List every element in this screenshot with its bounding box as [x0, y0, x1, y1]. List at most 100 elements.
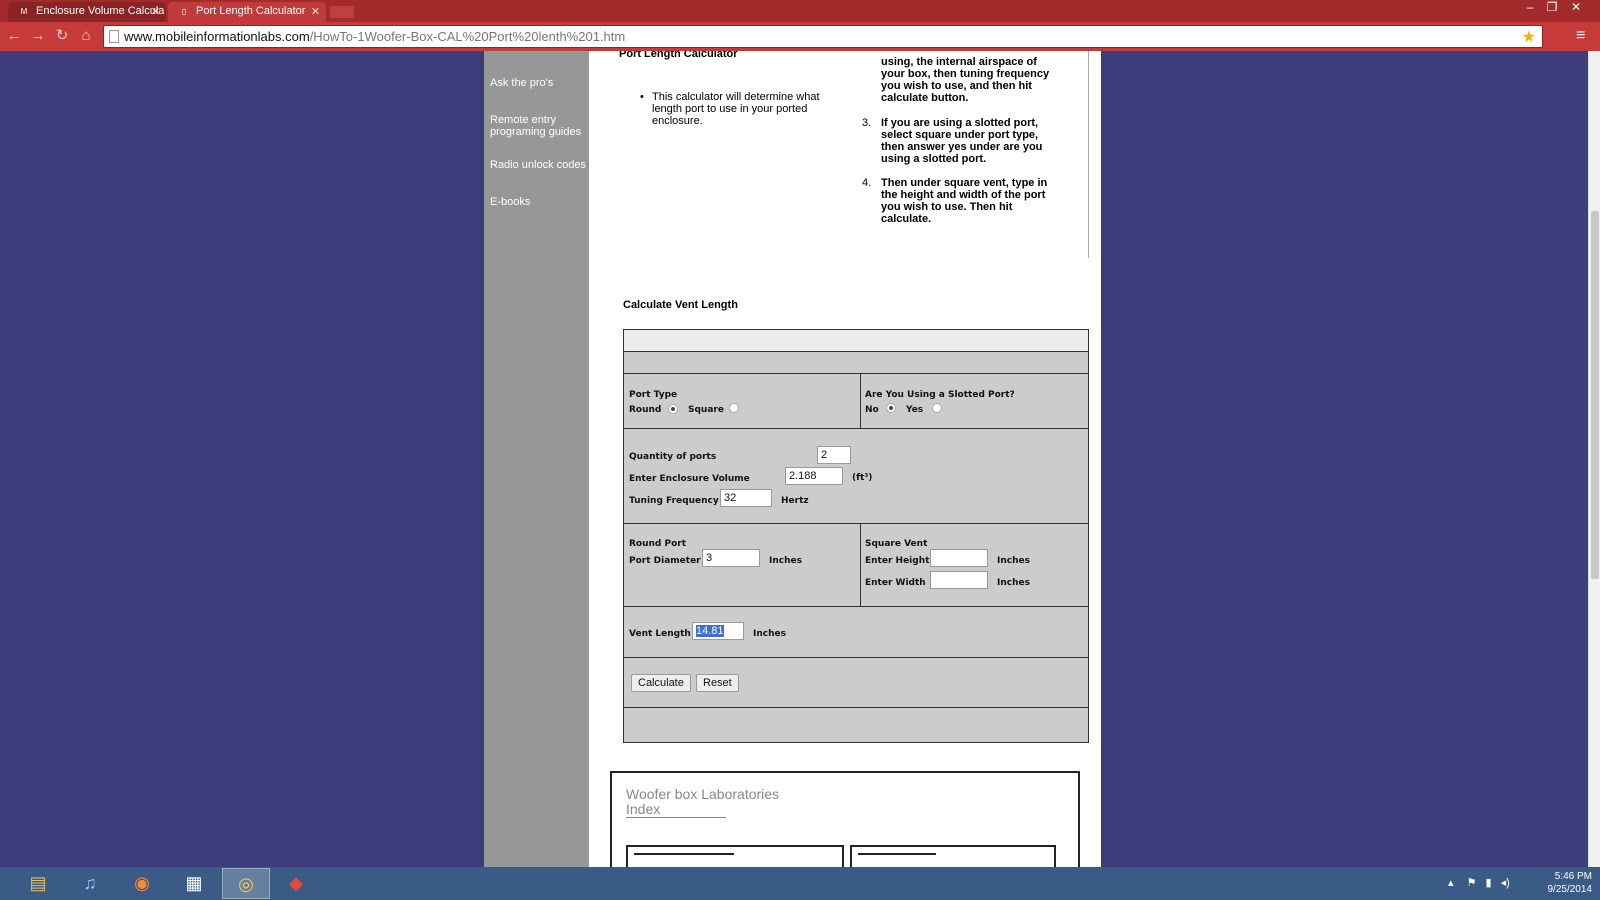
menu-icon[interactable]: ≡ — [1576, 27, 1585, 45]
footer-index-box: Woofer box Laboratories Index — [610, 771, 1080, 867]
volume-unit: (ft³) — [852, 473, 873, 483]
vent-length-output[interactable]: 14.81 — [692, 622, 744, 640]
tuning-frequency-input[interactable]: 32 — [720, 489, 772, 507]
step-number: 3. — [862, 117, 872, 129]
sidebar-item-radio-unlock[interactable]: Radio unlock codes — [490, 159, 590, 171]
vent-width-input[interactable] — [930, 571, 988, 589]
restore-icon[interactable]: ❐ — [1542, 0, 1562, 16]
file-explorer-icon[interactable]: ▤ — [14, 868, 62, 899]
flag-icon[interactable]: ⚑ — [1467, 877, 1477, 889]
vent-length-label: Vent Length — [629, 629, 691, 639]
minimize-icon[interactable]: – — [1520, 0, 1540, 16]
port-type-label: Port Type — [629, 390, 678, 400]
diameter-unit: Inches — [769, 556, 802, 566]
address-bar[interactable]: www.mobileinformationlabs.com/HowTo-1Woo… — [103, 25, 1543, 48]
tray-expand-icon[interactable]: ▴ — [1448, 877, 1454, 889]
vent-length-row: Vent Length 14.81 Inches — [624, 607, 1088, 658]
panel-bar — [634, 853, 734, 855]
itunes-icon[interactable]: ♫ — [66, 868, 114, 899]
square-radio[interactable] — [729, 403, 739, 413]
sidebar: Ask the pro's Remote entry programing gu… — [484, 51, 589, 867]
port-diameter-input[interactable]: 3 — [702, 549, 760, 567]
url-domain: www.mobileinformationlabs.com — [124, 29, 310, 44]
quantity-label: Quantity of ports — [629, 452, 717, 462]
volume-icon[interactable]: ◂) — [1501, 877, 1510, 889]
no-label: No — [865, 405, 879, 415]
calc-header-row — [624, 330, 1088, 352]
firefox-icon[interactable]: ◉ — [118, 868, 166, 899]
panel-bar — [858, 853, 936, 855]
forward-icon[interactable]: → — [28, 26, 48, 46]
new-tab-button[interactable] — [330, 6, 354, 18]
instruction-step-2: using, the internal airspace of your box… — [881, 56, 1050, 104]
close-window-icon[interactable]: ✕ — [1566, 0, 1586, 16]
vent-length-calculator: Port Type Round Square Are You Using a S… — [623, 329, 1089, 743]
calculate-button[interactable]: Calculate — [631, 674, 691, 692]
page-icon — [109, 30, 119, 43]
enclosure-inputs-row: Quantity of ports 2 Enter Enclosure Volu… — [624, 429, 1088, 524]
footer-index-link[interactable]: Index — [626, 802, 726, 818]
slotted-port-label: Are You Using a Slotted Port? — [865, 390, 1015, 400]
footer-panel-right — [850, 845, 1056, 867]
sidebar-item-ebooks[interactable]: E-books — [490, 196, 590, 208]
back-icon[interactable]: ← — [4, 26, 24, 46]
vertical-scrollbar[interactable] — [1588, 51, 1600, 867]
vent-length-unit: Inches — [753, 629, 786, 639]
volume-input[interactable]: 2.188 — [785, 467, 843, 485]
tab-close-icon[interactable]: ✕ — [151, 5, 160, 18]
home-icon[interactable]: ⌂ — [76, 26, 96, 46]
bookmark-star-icon[interactable]: ★ — [1522, 27, 1536, 47]
browser-toolbar: ← → ↻ ⌂ www.mobileinformationlabs.com/Ho… — [0, 22, 1600, 51]
system-tray: ▴ ⚑ ▮ ◂) — [1448, 876, 1510, 889]
clock-time: 5:46 PM — [1554, 871, 1592, 882]
quantity-input[interactable]: 2 — [817, 446, 851, 464]
sidebar-item-ask-the-pros[interactable]: Ask the pro's — [490, 77, 590, 89]
column-divider — [860, 374, 861, 428]
buttons-row: Calculate Reset — [624, 658, 1088, 708]
port-type-row: Port Type Round Square Are You Using a S… — [624, 374, 1088, 429]
vent-length-value: 14.81 — [696, 625, 724, 637]
port-diameter-label: Port Diameter — [629, 556, 701, 566]
instruction-step-3: 3. If you are using a slotted port, sele… — [862, 117, 1051, 165]
system-clock[interactable]: 5:46 PM 9/25/2014 — [1520, 870, 1593, 896]
tab-label: Enclosure Volume Calcula — [36, 5, 165, 17]
square-vent-label: Square Vent — [865, 539, 928, 549]
tuning-unit: Hertz — [781, 496, 809, 506]
slotted-yes-radio[interactable] — [932, 403, 942, 413]
url-path: /HowTo-1Woofer-Box-CAL%20Port%20lenth%20… — [309, 29, 626, 44]
footer-panel-left — [626, 845, 844, 867]
scroll-thumb[interactable] — [1591, 211, 1599, 579]
footer-title: Woofer box Laboratories Index — [626, 787, 779, 818]
page-favicon-icon: ▯ — [181, 7, 187, 16]
width-unit: Inches — [997, 578, 1030, 588]
width-label: Enter Width — [865, 578, 926, 588]
page-viewport: Ask the pro's Remote entry programing gu… — [0, 51, 1588, 867]
round-label: Round — [629, 405, 662, 415]
sketchup-icon[interactable]: ◆ — [272, 868, 320, 899]
tab-enclosure-volume[interactable]: M Enclosure Volume Calcula ✕ — [8, 2, 166, 22]
tab-close-icon[interactable]: ✕ — [311, 5, 320, 18]
slotted-no-radio[interactable] — [886, 403, 896, 413]
port-dimensions-row: Round Port Port Diameter 3 Inches Square… — [624, 524, 1088, 607]
reset-button[interactable]: Reset — [696, 674, 739, 692]
height-label: Enter Height — [865, 556, 930, 566]
intro-title: Port Length Calculator — [619, 51, 738, 60]
round-radio[interactable] — [668, 404, 678, 414]
main-content: Port Length Calculator This calculator w… — [589, 51, 1101, 867]
intro-bullet: This calculator will determine what leng… — [640, 91, 832, 127]
apps-grid-icon[interactable]: ▦ — [170, 868, 218, 899]
sidebar-item-remote-entry[interactable]: Remote entry programing guides — [490, 114, 590, 138]
step-number: 4. — [862, 177, 872, 189]
vent-height-input[interactable] — [930, 549, 988, 567]
column-divider — [860, 524, 861, 606]
reload-icon[interactable]: ↻ — [52, 26, 72, 46]
tab-port-length[interactable]: ▯ Port Length Calculator ✕ — [168, 2, 326, 22]
chrome-icon[interactable]: ◎ — [222, 868, 270, 899]
network-icon[interactable]: ▮ — [1486, 877, 1492, 889]
tuning-label: Tuning Frequency — [629, 496, 719, 506]
divider — [1088, 51, 1089, 258]
windows-taskbar: ▤ ♫ ◉ ▦ ◎ ◆ ▴ ⚑ ▮ ◂) 5:46 PM 9/25/2014 — [0, 867, 1600, 900]
browser-title-bar: M Enclosure Volume Calcula ✕ ▯ Port Leng… — [0, 0, 1600, 22]
footer-title-line1: Woofer box Laboratories — [626, 786, 780, 802]
square-label: Square — [688, 405, 724, 415]
